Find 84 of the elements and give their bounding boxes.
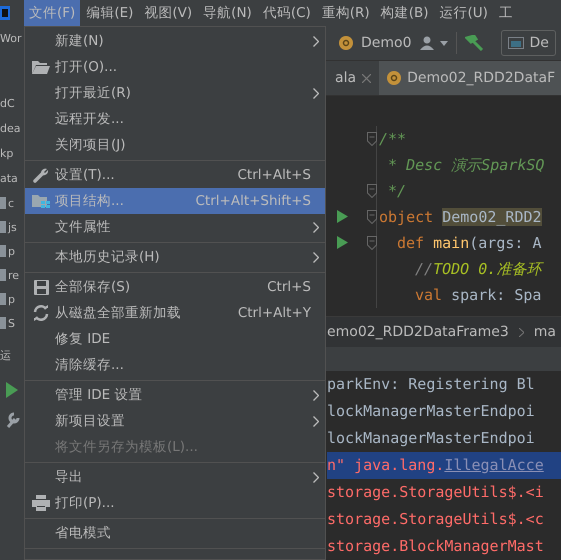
wrench-icon (33, 167, 49, 183)
window-icon (508, 37, 524, 49)
menu-bar-item[interactable]: 导航(N) (198, 0, 257, 26)
tree-item[interactable]: c (8, 190, 14, 216)
code-line: */ (387, 182, 406, 200)
fold-icon[interactable] (367, 184, 377, 198)
menu-bar-item[interactable]: 运行(U) (434, 0, 493, 26)
menu-item[interactable]: 打印(P)... (25, 490, 325, 516)
console-line: storage.BlockManagerMast (327, 536, 545, 557)
tree-item[interactable]: ata (0, 166, 24, 191)
menu-item[interactable]: 本地历史记录(H) (25, 244, 325, 270)
run-icon[interactable] (6, 382, 18, 398)
folder-icon (32, 194, 50, 208)
tree-item[interactable]: S (8, 310, 15, 336)
file-icon (0, 317, 6, 329)
reload-icon (33, 305, 49, 321)
editor-tab[interactable]: ala (327, 61, 380, 95)
run-icon[interactable] (337, 210, 348, 223)
menu-item[interactable]: 修复 IDE (25, 326, 325, 352)
menu-bar-item[interactable]: 视图(V) (139, 0, 198, 26)
console-line: storage.StorageUtils$.<i (327, 482, 545, 503)
menu-item[interactable]: 管理 IDE 设置 (25, 382, 325, 408)
menu-item[interactable]: 新项目设置 (25, 408, 325, 434)
breadcrumb-item[interactable]: emo02_RDD2DataFrame3 (327, 324, 509, 340)
menu-item[interactable]: 文件属性 (25, 214, 325, 240)
tree-item[interactable]: p (8, 238, 15, 264)
file-icon (0, 245, 6, 257)
menu-item[interactable]: 从磁盘全部重新加载 Ctrl+Alt+Y (25, 300, 325, 326)
console-line: storage.StorageUtils$.<c (327, 509, 545, 530)
code-line: /** (379, 130, 406, 148)
menu-item[interactable]: 打开(O)... (25, 54, 325, 80)
menu-bar-item[interactable]: 工 (494, 0, 518, 26)
file-icon (0, 293, 6, 305)
menu-item[interactable]: 清除缓存... (25, 352, 325, 378)
panel-title: Wor (0, 31, 22, 47)
folder-icon (32, 60, 50, 74)
file-icon (0, 221, 6, 233)
tree-item[interactable]: dea (0, 116, 24, 141)
file-icon (0, 269, 6, 281)
object-icon (387, 71, 402, 85)
fold-icon[interactable] (367, 132, 377, 146)
breadcrumb-item[interactable]: Demo0 (361, 35, 412, 51)
object-icon (339, 36, 353, 50)
tree-item[interactable]: re (8, 262, 20, 288)
close-icon[interactable] (362, 74, 372, 82)
console-line: lockManagerMasterEndpoi (327, 428, 536, 449)
console-line: parkEnv: Registering Bl (327, 374, 536, 395)
wrench-icon[interactable] (6, 412, 20, 428)
user-icon[interactable] (420, 36, 448, 50)
tree-item[interactable]: js (8, 214, 17, 240)
menu-bar-item[interactable]: 代码(C) (258, 0, 316, 26)
fold-icon[interactable] (367, 210, 377, 224)
code-line: object Demo02_RDD2 (379, 208, 542, 226)
run-icon[interactable] (337, 236, 348, 249)
menu-item[interactable]: 新建(N) (25, 28, 325, 54)
chevron-icon (518, 328, 524, 336)
fold-icon[interactable] (367, 236, 377, 250)
menu-item[interactable]: 打开最近(R) (25, 80, 325, 106)
editor-tab[interactable]: Demo02_RDD2DataF (379, 61, 561, 95)
code-line: * Desc 演示SparkSQ (387, 156, 544, 174)
printer-icon (32, 495, 50, 511)
tree-item[interactable]: dC (0, 91, 24, 116)
hammer-icon[interactable] (464, 35, 483, 51)
app-logo-icon (0, 4, 10, 22)
run-configuration[interactable]: De (500, 30, 556, 56)
code-line: def main(args: A (396, 234, 542, 252)
tree-item[interactable]: kp (0, 141, 24, 166)
menu-item[interactable]: 全部保存(S) Ctrl+S (25, 274, 325, 300)
console-line: lockManagerMasterEndpoi (327, 401, 536, 422)
code-line: //TODO 0.准备环 (379, 260, 542, 278)
menu-item[interactable]: 设置(T)... Ctrl+Alt+S (25, 162, 325, 188)
menu-item[interactable]: 导出 (25, 464, 325, 490)
file-icon (0, 197, 6, 209)
breadcrumb-item[interactable]: ma (534, 324, 556, 340)
code-line: val spark: Spa (414, 286, 542, 304)
menu-item[interactable]: 远程开发... (25, 106, 325, 132)
menu-item[interactable]: 省电模式 (25, 520, 325, 546)
tool-window-tab[interactable]: 运 (0, 343, 24, 368)
save-icon (34, 280, 48, 294)
menu-bar-item[interactable]: 构建(B) (376, 0, 434, 26)
tree-item[interactable]: p (8, 286, 15, 312)
menu-bar-item[interactable]: 编辑(E) (81, 0, 138, 26)
menu-bar-item[interactable]: 重构(R) (316, 0, 375, 26)
menu-item[interactable]: 关闭项目(J) (25, 132, 325, 158)
